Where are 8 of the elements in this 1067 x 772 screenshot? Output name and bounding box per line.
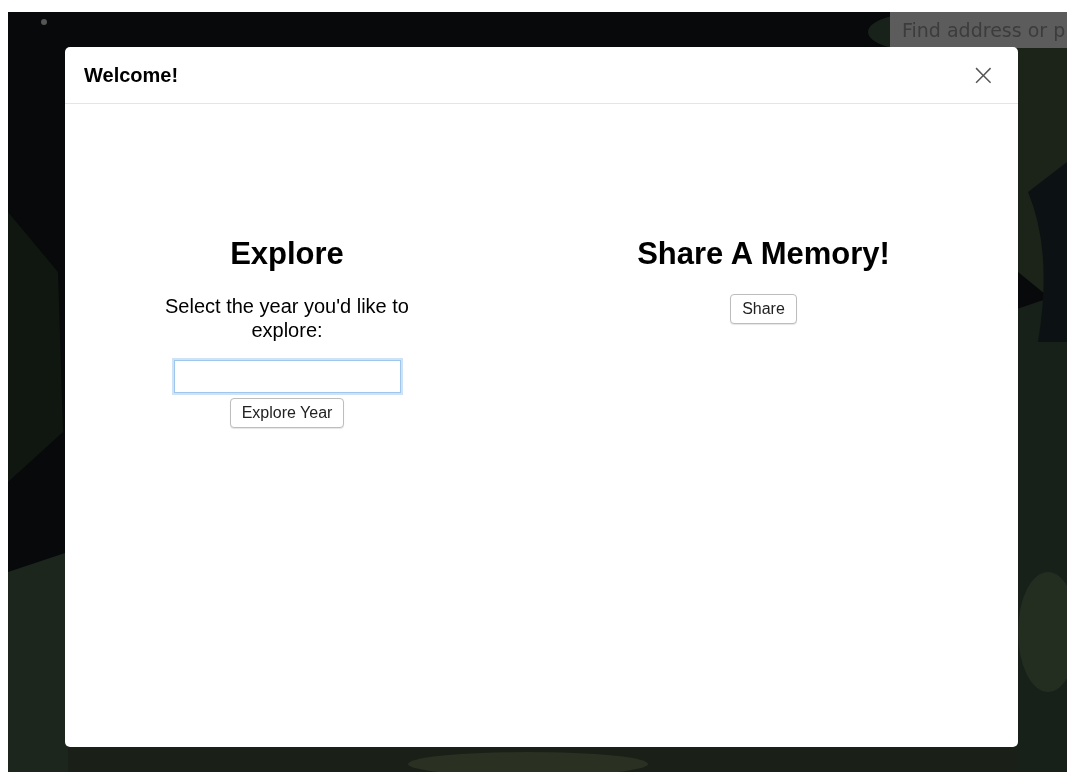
share-heading: Share A Memory! xyxy=(637,236,890,272)
share-button[interactable]: Share xyxy=(730,294,797,324)
close-button[interactable]: × xyxy=(970,60,996,90)
explore-heading: Explore xyxy=(230,236,344,272)
year-field[interactable] xyxy=(173,360,401,393)
explore-year-button[interactable]: Explore Year xyxy=(229,398,345,428)
dialog-title: Welcome! xyxy=(84,63,179,87)
year-prompt: Select the year you'd like to explore: xyxy=(164,294,410,342)
